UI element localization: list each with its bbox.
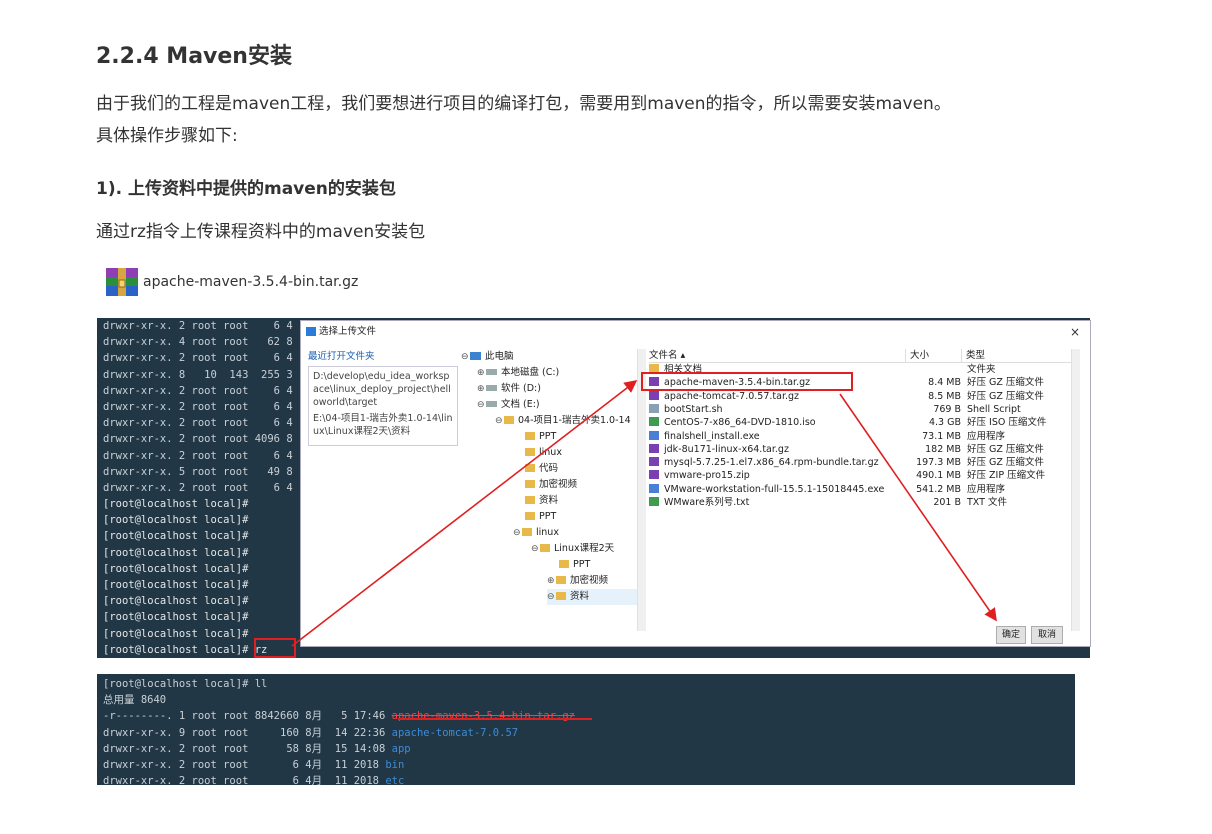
- listing-entry-name: apache-tomcat-7.0.57: [391, 726, 519, 739]
- maven-underline: [398, 718, 592, 720]
- arrow-rz-to-file: [291, 380, 638, 647]
- terminal-line: drwxr-xr-x. 2 root root 6 4月 11 2018 etc: [97, 773, 1075, 785]
- listing-entry-name: etc: [385, 775, 405, 785]
- listing-entry-name: apache-maven-3.5.4-bin.tar.gz: [391, 710, 575, 723]
- terminal-line: [root@localhost local]# ll: [103, 678, 268, 690]
- listing-entry-name: bin: [385, 758, 405, 771]
- listing-entry-name: app: [391, 742, 411, 755]
- terminal-line: drwxr-xr-x. 2 root root 58 8月 15 14:08 a…: [103, 742, 411, 755]
- terminal-line: -r--------. 1 root root 8842660 8月 5 17:…: [103, 710, 575, 723]
- terminal-ll: [root@localhost local]# ll 总用量 8640 -r----…: [97, 674, 1075, 785]
- terminal-line: 总用量 8640: [103, 694, 167, 707]
- terminal-line: drwxr-xr-x. 9 root root 160 8月 14 22:36 …: [103, 726, 519, 739]
- arrow-file-to-ok: [839, 393, 997, 622]
- terminal-line: drwxr-xr-x. 2 root root 6 4月 11 2018 bin: [103, 758, 405, 771]
